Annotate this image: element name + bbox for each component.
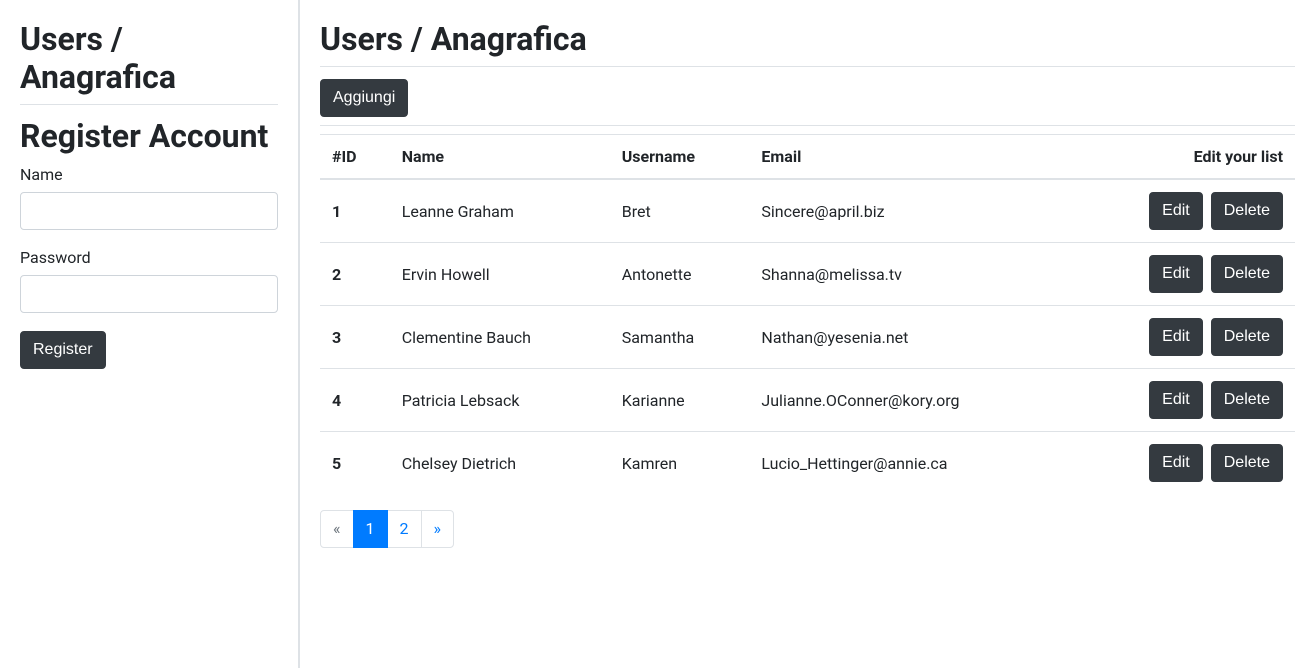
cell-email: Nathan@yesenia.net xyxy=(749,306,1068,369)
table-row: 5Chelsey DietrichKamrenLucio_Hettinger@a… xyxy=(320,432,1295,495)
cell-name: Ervin Howell xyxy=(390,243,610,306)
pagination: «12» xyxy=(320,510,1295,548)
edit-button[interactable]: Edit xyxy=(1149,318,1203,356)
cell-name: Clementine Bauch xyxy=(390,306,610,369)
table-row: 4Patricia LebsackKarianneJulianne.OConne… xyxy=(320,369,1295,432)
cell-username: Karianne xyxy=(610,369,750,432)
page-prev[interactable]: « xyxy=(320,510,354,548)
col-actions: Edit your list xyxy=(1068,135,1295,180)
cell-username: Antonette xyxy=(610,243,750,306)
cell-name: Chelsey Dietrich xyxy=(390,432,610,495)
users-table: #ID Name Username Email Edit your list 1… xyxy=(320,134,1295,494)
cell-email: Sincere@april.biz xyxy=(749,179,1068,243)
delete-button[interactable]: Delete xyxy=(1211,318,1283,356)
sidebar: Users / Anagrafica Register Account Name… xyxy=(0,0,300,668)
cell-username: Bret xyxy=(610,179,750,243)
name-label: Name xyxy=(20,165,278,184)
edit-button[interactable]: Edit xyxy=(1149,192,1203,230)
table-row: 2Ervin HowellAntonetteShanna@melissa.tvE… xyxy=(320,243,1295,306)
cell-email: Shanna@melissa.tv xyxy=(749,243,1068,306)
cell-username: Samantha xyxy=(610,306,750,369)
cell-name: Patricia Lebsack xyxy=(390,369,610,432)
register-title: Register Account xyxy=(20,117,278,155)
table-row: 1Leanne GrahamBretSincere@april.bizEditD… xyxy=(320,179,1295,243)
cell-actions: EditDelete xyxy=(1068,432,1295,495)
col-name: Name xyxy=(390,135,610,180)
cell-actions: EditDelete xyxy=(1068,369,1295,432)
cell-id: 4 xyxy=(320,369,390,432)
col-id: #ID xyxy=(320,135,390,180)
page-title: Users / Anagrafica xyxy=(320,20,1295,67)
cell-id: 5 xyxy=(320,432,390,495)
page-link[interactable]: 1 xyxy=(353,510,388,548)
cell-email: Julianne.OConner@kory.org xyxy=(749,369,1068,432)
register-button[interactable]: Register xyxy=(20,331,106,369)
cell-id: 1 xyxy=(320,179,390,243)
cell-actions: EditDelete xyxy=(1068,243,1295,306)
cell-email: Lucio_Hettinger@annie.ca xyxy=(749,432,1068,495)
cell-username: Kamren xyxy=(610,432,750,495)
cell-actions: EditDelete xyxy=(1068,306,1295,369)
edit-button[interactable]: Edit xyxy=(1149,444,1203,482)
edit-button[interactable]: Edit xyxy=(1149,381,1203,419)
cell-id: 2 xyxy=(320,243,390,306)
add-button[interactable]: Aggiungi xyxy=(320,79,408,117)
table-row: 3Clementine BauchSamanthaNathan@yesenia.… xyxy=(320,306,1295,369)
main-content: Users / Anagrafica Aggiungi #ID Name Use… xyxy=(300,0,1315,668)
page-link[interactable]: 2 xyxy=(387,510,422,548)
sidebar-title: Users / Anagrafica xyxy=(20,20,278,105)
password-field-group: Password xyxy=(20,248,278,313)
password-label: Password xyxy=(20,248,278,267)
password-input[interactable] xyxy=(20,275,278,313)
cell-actions: EditDelete xyxy=(1068,179,1295,243)
delete-button[interactable]: Delete xyxy=(1211,192,1283,230)
col-username: Username xyxy=(610,135,750,180)
delete-button[interactable]: Delete xyxy=(1211,444,1283,482)
edit-button[interactable]: Edit xyxy=(1149,255,1203,293)
page-next[interactable]: » xyxy=(421,510,455,548)
cell-id: 3 xyxy=(320,306,390,369)
delete-button[interactable]: Delete xyxy=(1211,381,1283,419)
cell-name: Leanne Graham xyxy=(390,179,610,243)
name-field-group: Name xyxy=(20,165,278,230)
col-email: Email xyxy=(749,135,1068,180)
delete-button[interactable]: Delete xyxy=(1211,255,1283,293)
name-input[interactable] xyxy=(20,192,278,230)
